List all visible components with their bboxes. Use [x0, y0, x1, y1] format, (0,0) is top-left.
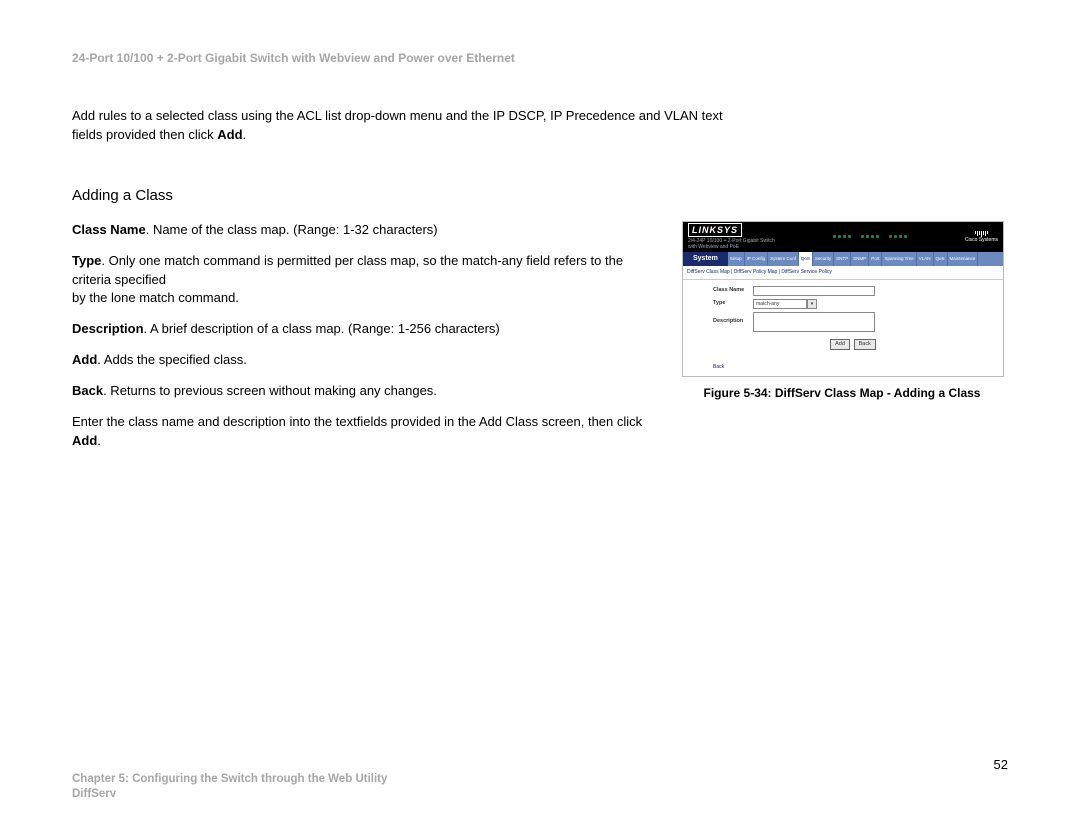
intro-paragraph: Add rules to a selected class using the …: [72, 107, 792, 145]
tab-4[interactable]: Security: [813, 252, 834, 266]
tab-2[interactable]: System Conf: [768, 252, 799, 266]
text-class-name: . Name of the class map. (Range: 1-32 ch…: [146, 222, 438, 237]
def-back: Back. Returns to previous screen without…: [72, 382, 662, 401]
footer-line2: DiffServ: [72, 788, 116, 800]
term-type: Type: [72, 253, 101, 268]
footer-line1: Chapter 5: Configuring the Switch throug…: [72, 773, 387, 785]
enter-bold: Add: [72, 433, 97, 448]
enter-pre: Enter the class name and description int…: [72, 414, 642, 429]
section-heading-adding-class: Adding a Class: [72, 185, 1008, 207]
figure-screenshot: LINKSYS 2/4-24P 10/100 + 2-Port Gigabit …: [682, 221, 1004, 377]
def-description: Description. A brief description of a cl…: [72, 320, 662, 339]
chevron-down-icon[interactable]: ▾: [807, 299, 817, 309]
text-description: . A brief description of a class map. (R…: [144, 321, 500, 336]
tab-7[interactable]: Port: [869, 252, 882, 266]
tab-5[interactable]: SNTP: [834, 252, 851, 266]
enter-post: .: [97, 433, 101, 448]
term-add: Add: [72, 352, 97, 367]
top-tabs: Setup IP Config System Conf QoS Security…: [728, 252, 1003, 266]
intro-line2-post: .: [243, 127, 247, 142]
cisco-logo: Cisco Systems: [965, 231, 998, 243]
nav-system[interactable]: System: [683, 252, 728, 266]
intro-line2-pre: fields provided then click: [72, 127, 217, 142]
def-enter: Enter the class name and description int…: [72, 413, 662, 451]
tab-8[interactable]: Spanning Tree: [882, 252, 916, 266]
document-header-title: 24-Port 10/100 + 2-Port Gigabit Switch w…: [72, 50, 1008, 67]
tab-3[interactable]: QoS: [799, 252, 813, 266]
cisco-text: Cisco Systems: [965, 237, 998, 243]
tab-1[interactable]: IP Config: [745, 252, 768, 266]
tab-9[interactable]: VLAN: [917, 252, 934, 266]
linksys-logo: LINKSYS: [688, 223, 742, 237]
tab-11[interactable]: Maintenance: [948, 252, 979, 266]
select-type[interactable]: match-any: [753, 299, 807, 309]
fig-subhead-2: with Webview and PoE: [688, 244, 739, 250]
page-number: 52: [994, 756, 1008, 775]
text-add: . Adds the specified class.: [97, 352, 247, 367]
figure-caption: Figure 5-34: DiffServ Class Map - Adding…: [682, 385, 1002, 402]
def-type: Type. Only one match command is permitte…: [72, 252, 662, 309]
tab-10[interactable]: QoS: [934, 252, 948, 266]
label-class-name: Class Name: [713, 287, 753, 295]
def-add: Add. Adds the specified class.: [72, 351, 662, 370]
footer: Chapter 5: Configuring the Switch throug…: [72, 772, 387, 802]
intro-add-bold: Add: [217, 127, 242, 142]
add-button[interactable]: Add: [830, 339, 850, 351]
tab-6[interactable]: SNMP: [851, 252, 869, 266]
tab-0[interactable]: Setup: [728, 252, 745, 266]
term-class-name: Class Name: [72, 222, 146, 237]
port-status-lights: [833, 235, 907, 238]
label-type: Type: [713, 300, 753, 308]
text-type-2: by the lone match command.: [72, 290, 239, 305]
input-description[interactable]: [753, 312, 875, 332]
intro-line1: Add rules to a selected class using the …: [72, 108, 723, 123]
back-button[interactable]: Back: [854, 339, 876, 351]
subtabs[interactable]: DiffServ Class Map | DiffServ Policy Map…: [687, 269, 832, 275]
label-description: Description: [713, 318, 753, 326]
input-class-name[interactable]: [753, 286, 875, 296]
term-description: Description: [72, 321, 144, 336]
back-link[interactable]: Back: [683, 362, 1003, 375]
text-type-1: . Only one match command is permitted pe…: [72, 253, 623, 287]
term-back: Back: [72, 383, 103, 398]
def-class-name: Class Name. Name of the class map. (Rang…: [72, 221, 662, 240]
text-back: . Returns to previous screen without mak…: [103, 383, 437, 398]
